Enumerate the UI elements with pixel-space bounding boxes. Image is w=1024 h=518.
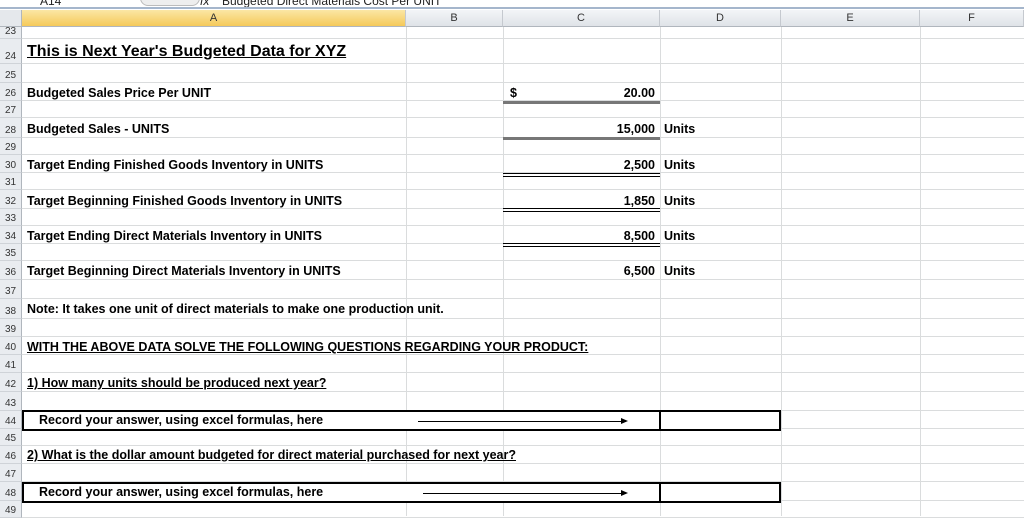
data-value[interactable]: 15,000 (503, 122, 655, 136)
gridline (22, 260, 1024, 261)
row-header[interactable]: 33 (0, 209, 22, 226)
row-header[interactable]: 37 (0, 280, 22, 299)
row-header[interactable]: 41 (0, 355, 22, 373)
unit-label: Units (664, 122, 696, 136)
formula-bar: A14 fx Budgeted Direct Materials Cost Pe… (0, 0, 1024, 9)
row-header[interactable]: 44 (0, 411, 22, 429)
row-header[interactable]: 36 (0, 261, 22, 280)
data-value[interactable]: 2,500 (503, 158, 655, 172)
gridline (22, 63, 1024, 64)
question-1: 1) How many units should be produced nex… (27, 376, 327, 390)
data-value[interactable]: 6,500 (503, 264, 655, 278)
gridline (22, 372, 1024, 373)
row-header[interactable]: 32 (0, 190, 22, 209)
row-header[interactable]: 25 (0, 64, 22, 83)
arrow-right-icon (418, 418, 628, 424)
row-header[interactable]: 24 (0, 39, 22, 64)
row-header[interactable]: 26 (0, 83, 22, 101)
row-header[interactable]: 23 (0, 26, 22, 39)
gridline (22, 225, 1024, 226)
gridline (22, 298, 1024, 299)
row-header[interactable]: 27 (0, 101, 22, 118)
data-value[interactable]: 8,500 (503, 229, 655, 243)
row-header[interactable]: 39 (0, 319, 22, 337)
row-header[interactable]: 40 (0, 337, 22, 355)
row-header[interactable]: 31 (0, 173, 22, 190)
gridline (22, 279, 1024, 280)
data-label: Target Ending Finished Goods Inventory i… (27, 158, 324, 172)
column-header-d[interactable]: D (660, 10, 781, 27)
gridline (22, 117, 1024, 118)
row-header[interactable]: 48 (0, 482, 22, 501)
note-text: Note: It takes one unit of direct materi… (27, 302, 444, 316)
formula-input[interactable]: Budgeted Direct Materials Cost Per UNIT (222, 0, 441, 7)
instruction-text: WITH THE ABOVE DATA SOLVE THE FOLLOWING … (27, 340, 589, 354)
row-header[interactable]: 45 (0, 429, 22, 446)
column-header-a[interactable]: A (22, 10, 406, 27)
answer-cell-1[interactable] (659, 410, 781, 431)
row-header[interactable]: 35 (0, 244, 22, 261)
data-label: Target Beginning Finished Goods Inventor… (27, 194, 343, 208)
row-header[interactable]: 30 (0, 155, 22, 173)
gridline (22, 391, 1024, 392)
row-header[interactable]: 34 (0, 226, 22, 244)
name-box-dropdown[interactable] (140, 0, 200, 6)
arrow-right-icon (423, 490, 628, 496)
column-header-c[interactable]: C (503, 10, 660, 27)
row-header[interactable]: 28 (0, 118, 22, 138)
unit-label: Units (664, 194, 696, 208)
row-header[interactable]: 49 (0, 501, 22, 518)
data-label: Budgeted Sales Price Per UNIT (27, 86, 212, 100)
gridline (22, 38, 1024, 39)
answer-cell-2[interactable] (659, 482, 781, 503)
gridline (22, 82, 1024, 83)
gridline (22, 154, 1024, 155)
gridline (22, 189, 1024, 190)
gridline (22, 463, 1024, 464)
unit-label: Units (664, 264, 696, 278)
unit-label: Units (664, 229, 696, 243)
select-all-corner[interactable] (0, 10, 22, 27)
row-header[interactable]: 29 (0, 138, 22, 155)
fx-icon[interactable]: fx (200, 0, 209, 7)
column-header-b[interactable]: B (406, 10, 503, 27)
row-header[interactable]: 47 (0, 464, 22, 482)
sheet-title: This is Next Year's Budgeted Data for XY… (27, 43, 347, 60)
row-header[interactable]: 38 (0, 299, 22, 319)
data-label: Target Beginning Direct Materials Invent… (27, 264, 341, 278)
row-header[interactable]: 46 (0, 446, 22, 464)
column-header-e[interactable]: E (781, 10, 920, 27)
data-label: Budgeted Sales - UNITS (27, 122, 170, 136)
unit-label: Units (664, 158, 696, 172)
answer-prompt-2: Record your answer, using excel formulas… (39, 485, 324, 499)
column-header-f[interactable]: F (920, 10, 1024, 27)
data-value[interactable]: 20.00 (503, 86, 655, 100)
gridline (22, 318, 1024, 319)
answer-prompt-1: Record your answer, using excel formulas… (39, 413, 324, 427)
gridline (22, 336, 1024, 337)
name-box[interactable]: A14 (40, 0, 61, 7)
gridline (22, 354, 1024, 355)
row-header[interactable]: 42 (0, 373, 22, 392)
gridline (22, 445, 1024, 446)
data-label: Target Ending Direct Materials Inventory… (27, 229, 322, 243)
row-header[interactable]: 43 (0, 392, 22, 411)
question-2: 2) What is the dollar amount budgeted fo… (27, 448, 516, 462)
data-value[interactable]: 1,850 (503, 194, 655, 208)
